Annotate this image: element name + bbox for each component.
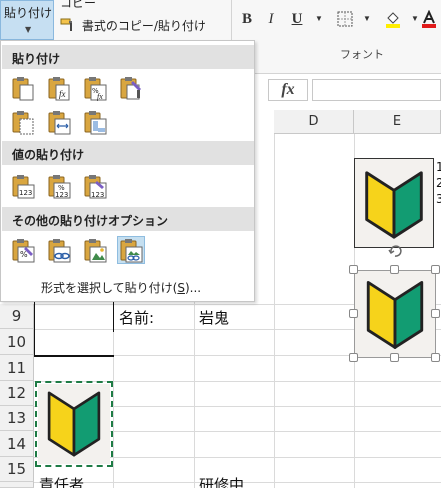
underline-button[interactable]: U bbox=[286, 8, 308, 30]
cell-c16[interactable]: 研修中 bbox=[199, 474, 244, 488]
row-header-9[interactable]: 9 bbox=[0, 304, 34, 329]
paste-special-suffix: )... bbox=[184, 281, 202, 295]
svg-text:123: 123 bbox=[55, 191, 68, 199]
column-header-e[interactable]: E bbox=[354, 110, 441, 134]
font-color-button[interactable] bbox=[418, 8, 440, 30]
formula-input[interactable] bbox=[312, 79, 441, 101]
selected-beginner-mark-image[interactable] bbox=[354, 270, 436, 358]
paste-formatting-icon[interactable]: % bbox=[11, 237, 35, 263]
row-header-11[interactable]: 11 bbox=[0, 355, 34, 381]
rotate-handle-icon[interactable] bbox=[388, 244, 402, 258]
paste-icon[interactable] bbox=[11, 75, 35, 101]
beginner-mark-icon bbox=[366, 281, 424, 349]
copy-marquee bbox=[35, 381, 113, 467]
paste-picture-icon[interactable] bbox=[83, 237, 107, 263]
row-header-12[interactable]: 12 bbox=[0, 381, 34, 406]
svg-text:fx: fx bbox=[97, 92, 103, 101]
cell-b9[interactable]: 名前: bbox=[119, 307, 154, 328]
resize-handle[interactable] bbox=[431, 309, 440, 318]
row-header-13[interactable]: 13 bbox=[0, 406, 34, 431]
clipped-text: 3 bbox=[436, 192, 441, 206]
svg-text:123: 123 bbox=[91, 191, 104, 199]
row-header-14[interactable]: 14 bbox=[0, 431, 34, 457]
cell-border bbox=[34, 355, 114, 357]
italic-button[interactable]: I bbox=[260, 8, 282, 30]
cell-c9[interactable]: 岩鬼 bbox=[199, 307, 229, 328]
paste-options-menu: 貼り付け fx % fx 値の貼り付け 123 % 123 123 その他の貼り… bbox=[0, 40, 255, 302]
paste-transpose-icon[interactable] bbox=[83, 109, 107, 135]
format-painter-button[interactable]: 書式のコピー/貼り付け bbox=[60, 17, 206, 34]
paste-special-link[interactable]: 形式を選択して貼り付け(S)... bbox=[41, 279, 201, 296]
paste-keep-column-widths-icon[interactable] bbox=[47, 109, 71, 135]
border-button[interactable] bbox=[334, 8, 356, 30]
bold-label: B bbox=[241, 11, 252, 27]
format-painter-label: 書式のコピー/貼り付け bbox=[81, 19, 206, 33]
paste-special-prefix: 形式を選択して貼り付け( bbox=[41, 281, 178, 295]
clipped-text: 2 bbox=[436, 176, 441, 190]
paste-keep-source-formatting-icon[interactable] bbox=[119, 75, 143, 101]
fill-bucket-icon bbox=[386, 12, 400, 28]
chevron-down-icon: ▼ bbox=[25, 25, 32, 34]
resize-handle[interactable] bbox=[349, 353, 358, 362]
resize-handle[interactable] bbox=[431, 265, 440, 274]
row-header-15[interactable]: 15 bbox=[0, 457, 34, 482]
font-color-icon bbox=[422, 9, 436, 28]
row-header-10[interactable]: 10 bbox=[0, 329, 34, 355]
paste-values-source-formatting-icon[interactable]: 123 bbox=[83, 173, 107, 199]
cell-border bbox=[34, 300, 35, 357]
font-group-label: フォント bbox=[340, 48, 384, 61]
svg-text:123: 123 bbox=[19, 189, 32, 197]
copy-label: コピー bbox=[60, 0, 97, 10]
resize-handle[interactable] bbox=[390, 265, 399, 274]
resize-handle[interactable] bbox=[349, 265, 358, 274]
column-header-d[interactable]: D bbox=[274, 110, 354, 134]
fill-color-button[interactable] bbox=[382, 8, 404, 30]
paste-button[interactable]: 貼り付け ▼ bbox=[0, 0, 54, 40]
formula-bar: fx bbox=[254, 76, 441, 104]
fx-label: fx bbox=[281, 81, 295, 98]
section-header-other: その他の貼り付けオプション bbox=[2, 207, 254, 231]
paste-linked-picture-icon[interactable] bbox=[117, 236, 145, 264]
beginner-mark-image[interactable] bbox=[354, 158, 434, 248]
resize-handle[interactable] bbox=[431, 353, 440, 362]
section-header-paste: 貼り付け bbox=[2, 45, 254, 69]
border-icon bbox=[337, 11, 353, 27]
resize-handle[interactable] bbox=[349, 309, 358, 318]
paste-link-icon[interactable] bbox=[47, 237, 71, 263]
paste-special-access-key: S bbox=[177, 281, 185, 295]
paste-values-number-format-icon[interactable]: % 123 bbox=[47, 173, 71, 199]
paste-formulas-number-format-icon[interactable]: % fx bbox=[83, 75, 107, 101]
paste-formulas-icon[interactable]: fx bbox=[47, 75, 71, 101]
svg-text:fx: fx bbox=[59, 89, 66, 99]
cell-a16[interactable]: 責任者 bbox=[39, 474, 84, 488]
format-painter-icon bbox=[60, 18, 76, 32]
resize-handle[interactable] bbox=[390, 353, 399, 362]
cell-border bbox=[113, 300, 114, 332]
beginner-mark-icon bbox=[365, 171, 423, 239]
row-header-16[interactable]: 16 bbox=[0, 482, 34, 488]
paste-no-borders-icon[interactable] bbox=[11, 109, 35, 135]
insert-function-button[interactable]: fx bbox=[268, 79, 308, 101]
excel-window: コピー 貼り付け ▼ 書式のコピー/貼り付け B I U ▼ ▼ ▼ フォント bbox=[0, 0, 441, 488]
italic-label: I bbox=[268, 11, 274, 27]
bold-button[interactable]: B bbox=[236, 8, 258, 30]
border-dropdown-icon[interactable]: ▼ bbox=[356, 8, 378, 30]
paste-button-label: 貼り付け bbox=[4, 6, 53, 20]
underline-label: U bbox=[291, 11, 303, 27]
copy-button[interactable]: コピー bbox=[60, 0, 96, 11]
clipped-text: 1 bbox=[436, 160, 441, 174]
underline-dropdown-icon[interactable]: ▼ bbox=[308, 8, 330, 30]
grid-line bbox=[274, 134, 275, 488]
section-header-values: 値の貼り付け bbox=[2, 141, 254, 165]
paste-values-icon[interactable]: 123 bbox=[11, 173, 35, 199]
